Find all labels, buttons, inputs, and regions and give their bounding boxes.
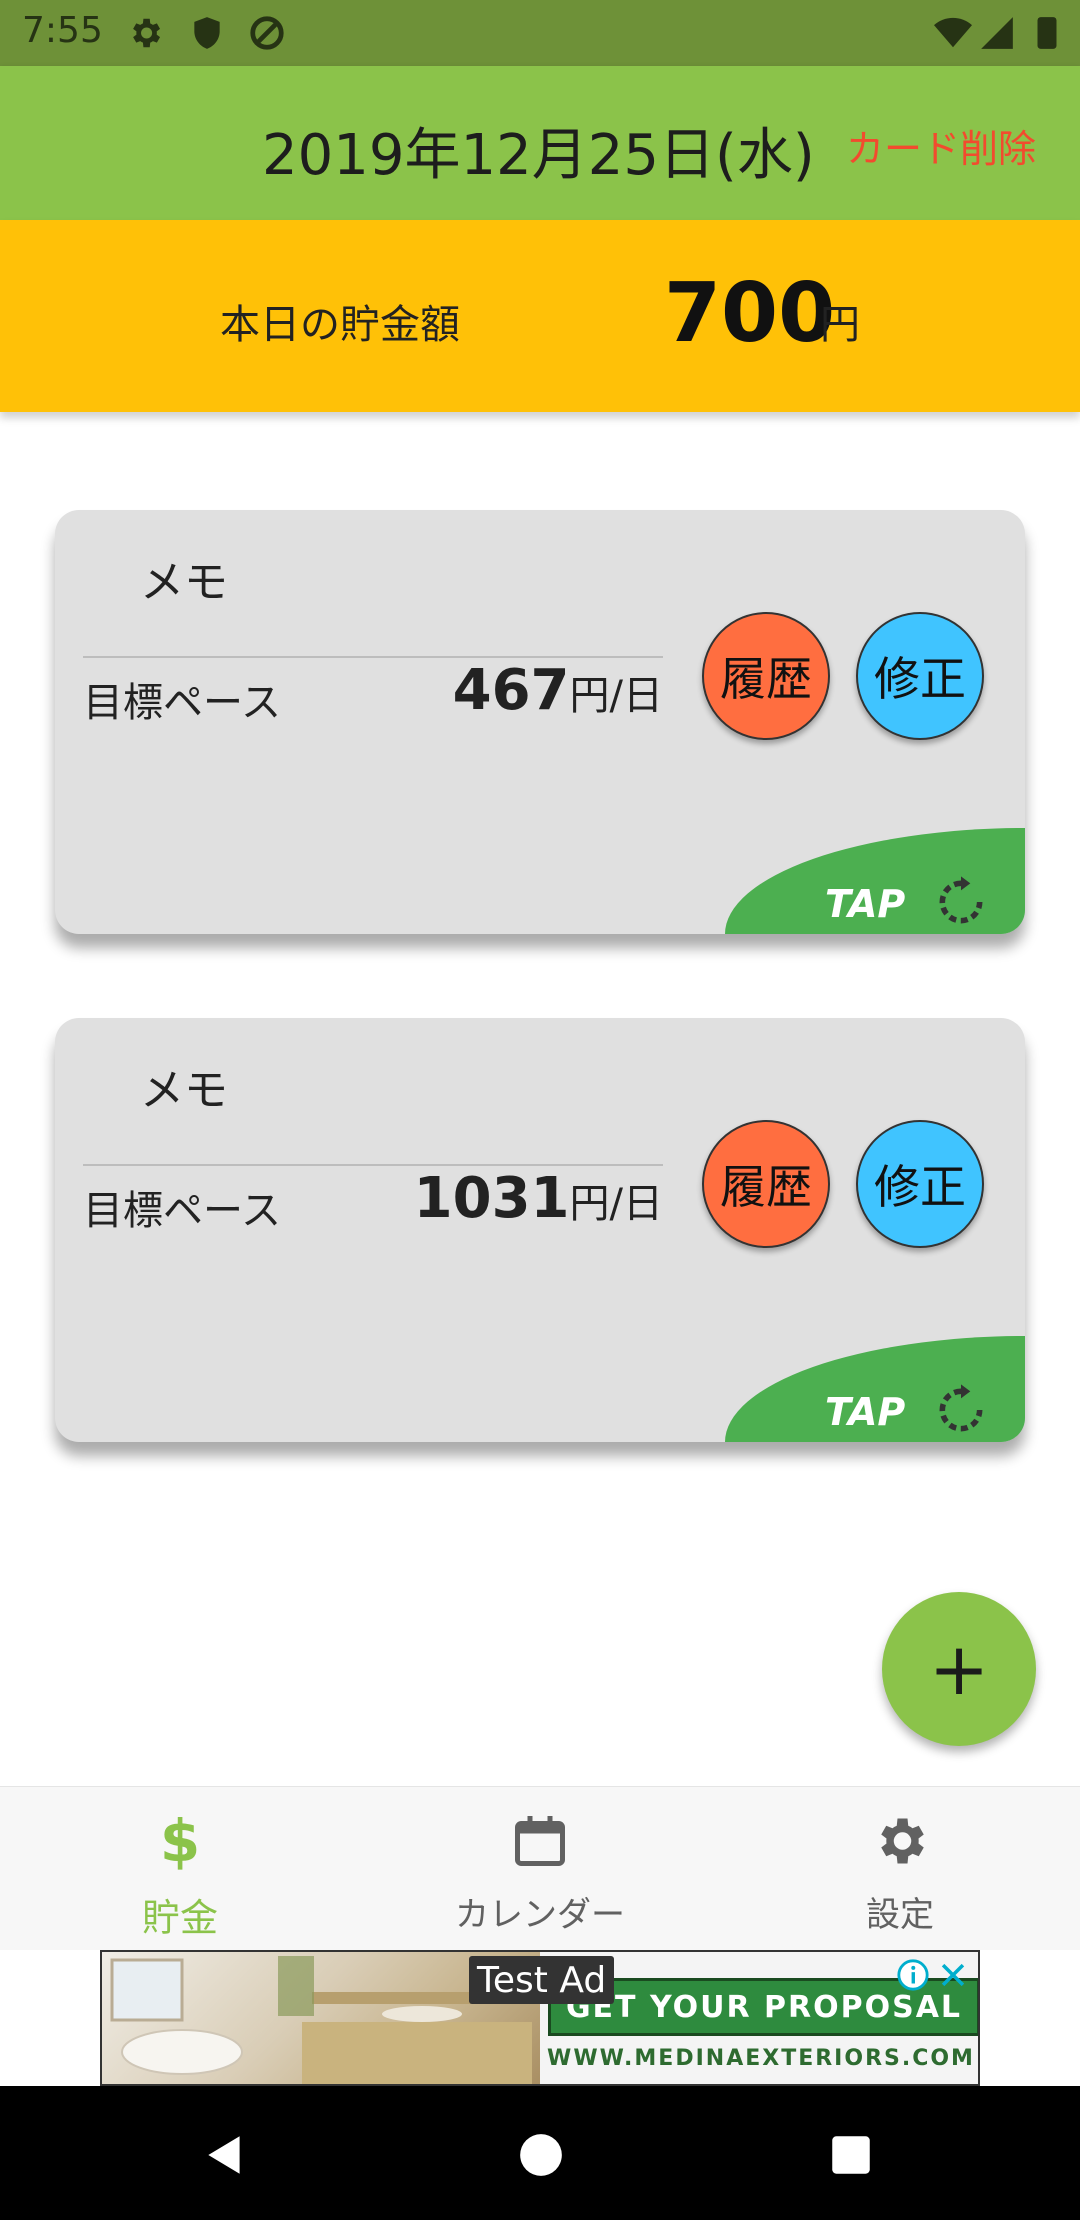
savings-summary: 本日の貯金額 700 円	[0, 220, 1080, 412]
settings-status-icon	[133, 18, 161, 48]
goal-pace-unit: 円/日	[569, 673, 663, 719]
savings-card[interactable]: メモ 目標ペース 1031円/日 履歴 修正 TAP	[55, 1018, 1025, 1442]
date-title: 2019年12月25日(水)	[262, 123, 815, 188]
close-icon[interactable]	[936, 1958, 970, 1992]
goal-pace-unit: 円/日	[569, 1181, 663, 1227]
nav-label: 貯金	[141, 1896, 218, 1940]
edit-button[interactable]: 修正	[856, 612, 984, 740]
recents-icon[interactable]	[826, 2130, 876, 2180]
nav-label: 設定	[866, 1895, 934, 1935]
tap-label: TAP	[825, 882, 906, 926]
card-memo: メモ	[140, 557, 228, 608]
dollar-icon: $	[159, 1807, 201, 1875]
shield-status-icon	[194, 17, 220, 49]
summary-label: 本日の貯金額	[220, 302, 460, 348]
summary-amount: 700	[664, 266, 836, 361]
gear-icon	[881, 1818, 924, 1864]
nav-label: カレンダー	[455, 1895, 625, 1935]
nav-item-calendar[interactable]: カレンダー	[360, 1787, 720, 1951]
savings-card[interactable]: メモ 目標ペース 467円/日 履歴 修正 TAP	[55, 510, 1025, 934]
app-bar: 2019年12月25日(水) カード削除	[0, 66, 1080, 220]
data-saver-status-icon	[250, 16, 284, 50]
status-bar: 7:55	[0, 0, 1080, 66]
add-card-button[interactable]: +	[882, 1592, 1036, 1746]
delete-card-button[interactable]: カード削除	[846, 118, 1036, 173]
ad-banner[interactable]: GET YOUR PROPOSAL WWW.MEDINAEXTERIORS.CO…	[100, 1950, 980, 2086]
nav-item-savings[interactable]: $ 貯金	[0, 1787, 360, 1951]
refresh-icon	[939, 876, 983, 924]
wifi-icon	[934, 17, 972, 48]
goal-pace-label: 目標ペース	[83, 1188, 281, 1234]
history-button[interactable]: 履歴	[702, 612, 830, 740]
goal-pace-number: 1031	[413, 1166, 570, 1231]
back-icon[interactable]	[200, 2130, 250, 2180]
goal-pace-label: 目標ペース	[83, 680, 281, 726]
card-memo: メモ	[140, 1065, 228, 1116]
status-time: 7:55	[22, 10, 103, 51]
refresh-icon	[939, 1384, 983, 1432]
goal-pace-value: 1031円/日	[414, 1166, 663, 1231]
goal-pace-value: 467円/日	[453, 658, 663, 723]
test-ad-label: Test Ad	[469, 1956, 615, 2004]
bottom-nav: $ 貯金 カレンダー 設定	[0, 1786, 1080, 1950]
edit-button[interactable]: 修正	[856, 1120, 984, 1248]
tap-label: TAP	[825, 1390, 906, 1434]
ad-url: WWW.MEDINAEXTERIORS.COM	[547, 2046, 975, 2071]
system-nav-bar	[0, 2086, 1080, 2220]
nav-item-settings[interactable]: 設定	[720, 1787, 1080, 1951]
home-icon[interactable]	[516, 2130, 566, 2180]
goal-pace-number: 467	[452, 658, 570, 723]
signal-icon	[981, 17, 1013, 49]
calendar-icon	[515, 1816, 565, 1866]
history-button[interactable]: 履歴	[702, 1120, 830, 1248]
battery-icon	[1037, 17, 1057, 49]
info-icon[interactable]	[896, 1958, 930, 1992]
summary-unit: 円	[820, 302, 860, 348]
